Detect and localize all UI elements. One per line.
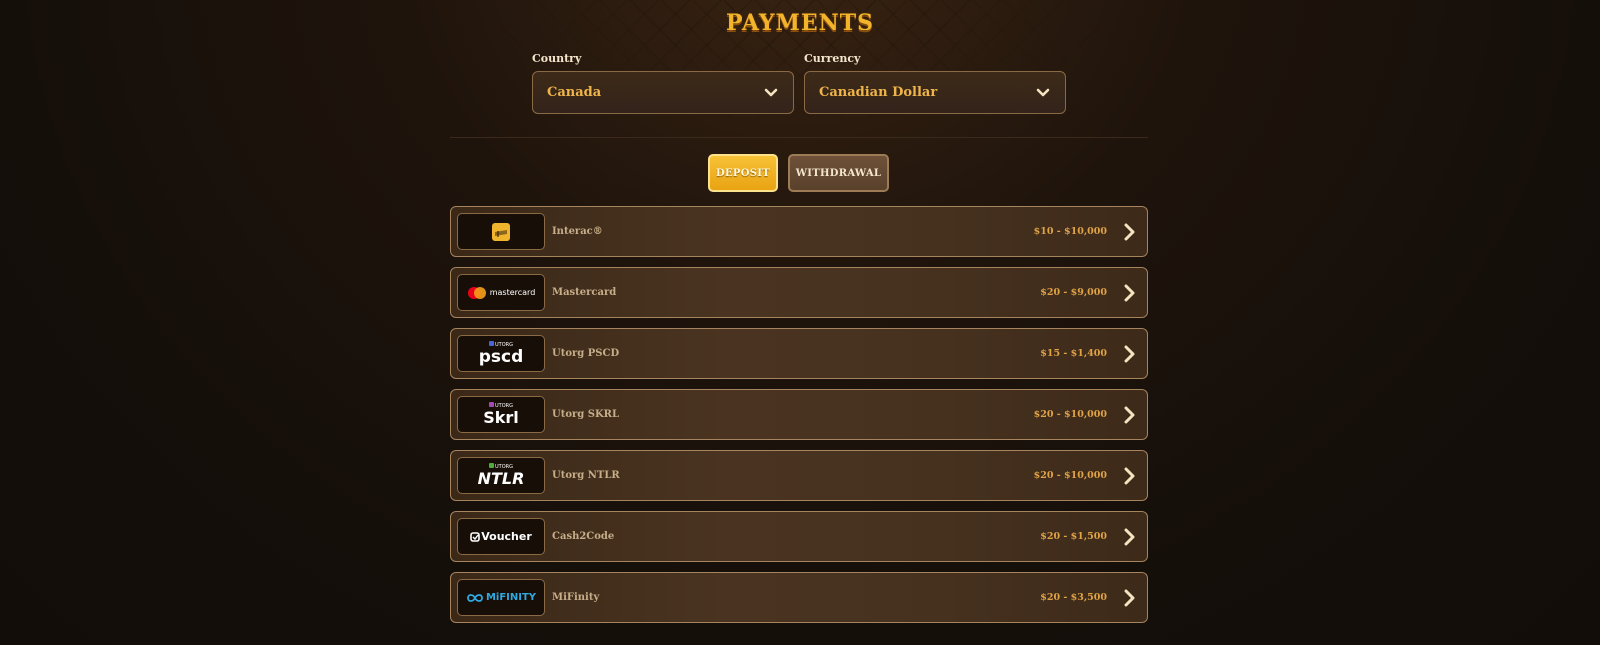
voucher-wordmark: Voucher [481, 530, 532, 543]
method-name: Interac® [552, 226, 603, 237]
mifinity-logo: MiFINITY [457, 579, 545, 616]
method-range: $20 - $9,000 [1040, 287, 1107, 298]
chevron-right-icon [1119, 588, 1139, 608]
page-title: PAYMENTS [725, 10, 875, 36]
chevron-down-icon [763, 85, 779, 101]
payment-method-mifinity[interactable]: MiFINITY MiFinity $20 - $3,500 [450, 572, 1148, 623]
voucher-logo: Voucher [457, 518, 545, 555]
payment-method-utorg-skrl[interactable]: UTORG Skrl Utorg SKRL $20 - $10,000 [450, 389, 1148, 440]
skrl-wordmark: Skrl [483, 408, 519, 427]
mifinity-wordmark: MiFINITY [485, 592, 537, 603]
method-name: Utorg SKRL [552, 409, 620, 420]
mastercard-wordmark: mastercard [489, 288, 536, 297]
infinity-icon [467, 593, 483, 602]
method-range: $20 - $1,500 [1040, 531, 1107, 542]
payment-method-cash2code[interactable]: Voucher Cash2Code $20 - $1,500 [450, 511, 1148, 562]
method-range: $20 - $10,000 [1033, 470, 1107, 481]
country-value: Canada [547, 85, 602, 100]
chevron-right-icon [1119, 283, 1139, 303]
method-range: $20 - $3,500 [1040, 592, 1107, 603]
chevron-right-icon [1119, 527, 1139, 547]
method-range: $15 - $1,400 [1040, 348, 1107, 359]
tab-deposit[interactable]: DEPOSIT [708, 154, 778, 192]
utorg-pscd-logo: UTORG pscd [457, 335, 545, 372]
payment-method-utorg-ntlr[interactable]: UTORG NTLR Utorg NTLR $20 - $10,000 [450, 450, 1148, 501]
method-range: $10 - $10,000 [1033, 226, 1107, 237]
utorg-ntlr-logo: UTORG NTLR [457, 457, 545, 494]
currency-label: Currency [804, 52, 861, 65]
method-name: Mastercard [552, 287, 617, 298]
country-select[interactable]: Canada [532, 71, 794, 114]
voucher-icon [470, 531, 481, 542]
chevron-right-icon [1119, 466, 1139, 486]
method-name: MiFinity [552, 592, 600, 603]
currency-select[interactable]: Canadian Dollar [804, 71, 1066, 114]
pscd-wordmark: pscd [478, 347, 524, 367]
method-name: Cash2Code [552, 531, 615, 542]
tab-withdrawal[interactable]: WITHDRAWAL [788, 154, 889, 192]
method-name: Utorg NTLR [552, 470, 620, 481]
utorg-skrl-logo: UTORG Skrl [457, 396, 545, 433]
chevron-right-icon [1119, 405, 1139, 425]
payment-method-utorg-pscd[interactable]: UTORG pscd Utorg PSCD $15 - $1,400 [450, 328, 1148, 379]
ntlr-wordmark: NTLR [477, 469, 525, 488]
country-label: Country [532, 52, 582, 65]
payment-method-interac[interactable]: Interac® $10 - $10,000 [450, 206, 1148, 257]
payment-method-mastercard[interactable]: mastercard Mastercard $20 - $9,000 [450, 267, 1148, 318]
chevron-right-icon [1119, 222, 1139, 242]
chevron-down-icon [1035, 85, 1051, 101]
mastercard-logo: mastercard [457, 274, 545, 311]
currency-value: Canadian Dollar [819, 85, 938, 100]
section-divider [450, 137, 1148, 138]
method-range: $20 - $10,000 [1033, 409, 1107, 420]
chevron-right-icon [1119, 344, 1139, 364]
interac-logo [457, 213, 545, 250]
method-name: Utorg PSCD [552, 348, 620, 359]
